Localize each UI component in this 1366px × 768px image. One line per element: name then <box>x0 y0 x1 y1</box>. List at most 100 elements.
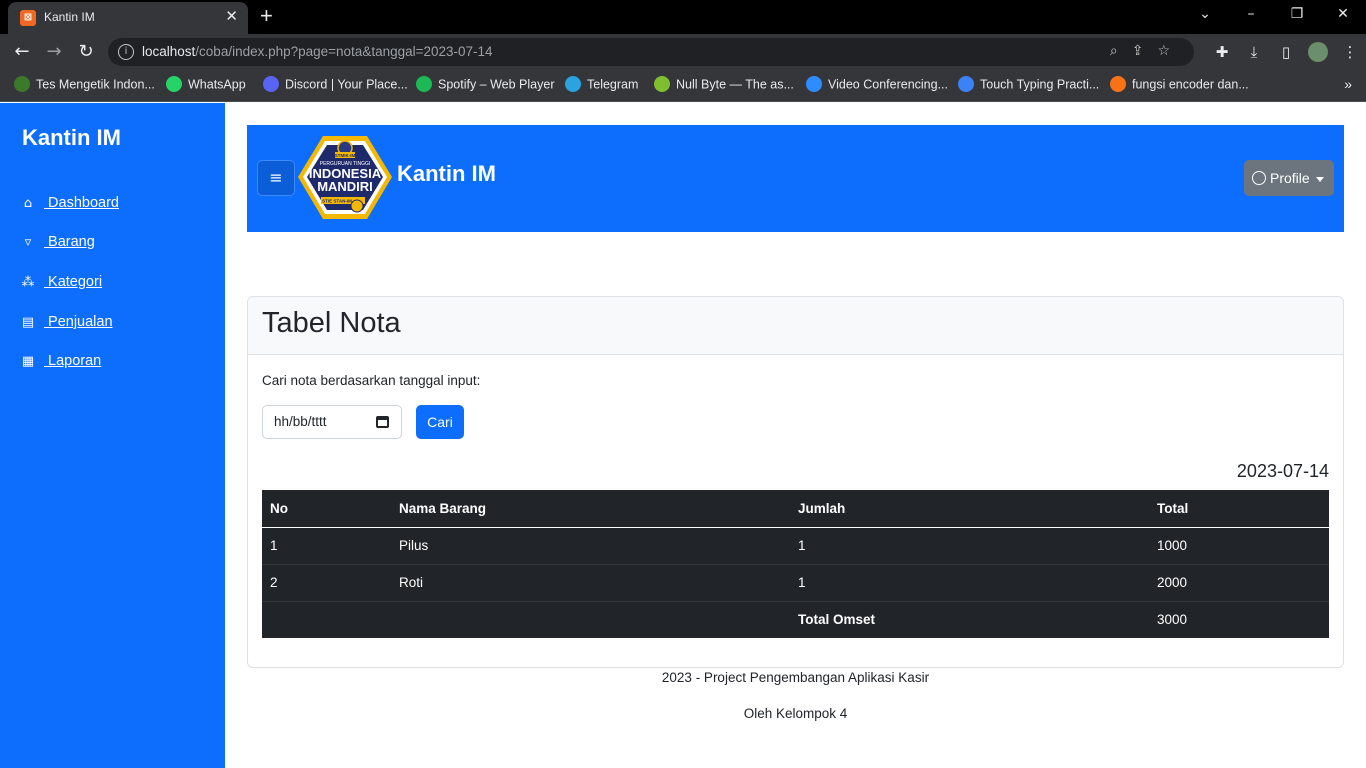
selected-date: 2023-07-14 <box>1236 461 1329 481</box>
bookmark-label: Telegram <box>587 77 639 92</box>
bookmark-item[interactable]: Discord | Your Place... <box>263 76 408 95</box>
card-title: Tabel Nota <box>262 307 401 339</box>
footer-line-1: 2023 - Project Pengembangan Aplikasi Kas… <box>661 670 930 685</box>
bookmark-favicon-icon <box>806 76 822 92</box>
browser-tab-strip: ⊠ Kantin IM ✕ + ⌄ – ❐ ✕ <box>0 0 1366 34</box>
bookmark-item[interactable]: Null Byte — The as... <box>654 76 794 95</box>
user-circle-icon <box>1252 171 1266 186</box>
bookmark-item[interactable]: Video Conferencing... <box>806 76 948 95</box>
bookmarks-overflow-icon[interactable]: » <box>1344 76 1352 92</box>
tab-search-chevron-icon[interactable]: ⌄ <box>1190 4 1220 24</box>
card-header: Tabel Nota <box>248 297 1343 355</box>
sidebar-brand[interactable]: Kantin IM <box>22 125 121 151</box>
nota-table: No Nama Barang Jumlah Total 1 Pilus 1 10… <box>262 490 1329 638</box>
column-header: Total <box>1149 490 1329 528</box>
sidebar: Kantin IM ⌂ Dashboard ▿ Barang ⁂ Kategor… <box>0 103 225 768</box>
close-window-icon[interactable]: ✕ <box>1328 4 1358 24</box>
table-cell: 1 <box>798 538 806 553</box>
sidebar-toggle-button[interactable]: ≡ <box>257 160 295 196</box>
page-viewport: Kantin IM ⌂ Dashboard ▿ Barang ⁂ Kategor… <box>0 103 1366 768</box>
bookmark-label: WhatsApp <box>188 77 246 92</box>
sidebar-item-dashboard[interactable]: ⌂ Dashboard <box>20 195 119 217</box>
bookmark-item[interactable]: Tes Mengetik Indon... <box>14 76 155 95</box>
svg-text:STMIK-IM: STMIK-IM <box>335 153 356 158</box>
tab-title: Kantin IM <box>44 10 95 24</box>
sidebar-item-penjualan[interactable]: ▤ Penjualan <box>20 314 113 336</box>
total-omset-label: Total Omset <box>790 600 1149 638</box>
new-tab-icon[interactable]: + <box>260 4 273 28</box>
browser-tab[interactable]: ⊠ Kantin IM ✕ <box>8 2 248 34</box>
search-button[interactable]: Cari <box>416 405 464 439</box>
svg-text:STIE STAN-IM: STIE STAN-IM <box>322 199 352 204</box>
table-row: 1 Pilus 1 1000 <box>262 527 1329 564</box>
url-text[interactable]: localhost/coba/index.php?page=nota&tangg… <box>142 44 493 59</box>
boxes-icon: ⁂ <box>21 275 35 290</box>
date-placeholder: hh/bb/tttt <box>274 414 327 429</box>
side-panel-icon[interactable]: ▯ <box>1270 43 1302 61</box>
table-cell <box>391 600 790 638</box>
bookmark-label: Spotify – Web Player <box>438 77 555 92</box>
sidebar-item-barang[interactable]: ▿ Barang <box>20 234 95 256</box>
profile-dropdown-button[interactable]: Profile <box>1244 160 1334 196</box>
sidebar-item-label: Dashboard <box>44 195 119 211</box>
table-row: 2 Roti 1 2000 <box>262 563 1329 601</box>
extension-area: ✚ ⤓ ▯ ⋮ <box>1206 42 1366 62</box>
zoom-icon[interactable]: ⌕ <box>1110 43 1132 59</box>
extensions-puzzle-icon[interactable]: ✚ <box>1206 43 1238 61</box>
site-info-icon[interactable]: i <box>118 44 134 60</box>
bookmark-favicon-icon <box>263 76 279 92</box>
bookmark-label: fungsi encoder dan... <box>1132 77 1249 92</box>
bookmark-label: Null Byte — The as... <box>676 77 794 92</box>
sidebar-item-label: Barang <box>44 234 95 250</box>
table-cell: 1 <box>790 563 1149 601</box>
bookmark-item[interactable]: WhatsApp <box>166 76 246 95</box>
chrome-profile-avatar[interactable] <box>1302 42 1334 62</box>
bookmark-favicon-icon <box>416 76 432 92</box>
bookmark-label: Discord | Your Place... <box>285 77 408 92</box>
bookmark-favicon-icon <box>1110 76 1126 92</box>
bookmark-item[interactable]: Spotify – Web Player <box>416 76 555 95</box>
home-icon: ⌂ <box>23 196 33 211</box>
table-cell: 2 <box>262 563 391 601</box>
table-cell: 1000 <box>1157 538 1188 553</box>
basket-icon: ▿ <box>24 235 32 250</box>
minimize-icon[interactable]: – <box>1236 4 1266 24</box>
menu-kebab-icon[interactable]: ⋮ <box>1334 43 1366 61</box>
total-omset-value: 3000 <box>1149 600 1329 638</box>
table-cell: 2000 <box>1149 563 1329 601</box>
profile-label: Profile <box>1270 170 1310 186</box>
bookmark-item[interactable]: fungsi encoder dan... <box>1110 76 1249 95</box>
bookmark-label: Video Conferencing... <box>828 77 948 92</box>
column-header: No <box>262 490 391 528</box>
bookmark-item[interactable]: Telegram <box>565 76 639 95</box>
shop-icon: ▤ <box>21 315 35 330</box>
share-icon[interactable]: ⇪ <box>1132 43 1158 59</box>
omnibox-actions: ⌕⇪☆ <box>1110 43 1184 59</box>
bookmark-favicon-icon <box>14 76 30 92</box>
table-cell: 1 <box>270 538 278 553</box>
bookmarks-bar: » Tes Mengetik Indon... WhatsApp Discord |… <box>0 70 1366 102</box>
bookmark-label: Touch Typing Practi... <box>980 77 1100 92</box>
bookmark-label: Tes Mengetik Indon... <box>36 77 155 92</box>
browser-toolbar: ← → ↻ i localhost/coba/index.php?page=no… <box>0 34 1366 70</box>
back-icon[interactable]: ← <box>10 40 34 64</box>
column-header: Nama Barang <box>391 490 790 528</box>
download-icon[interactable]: ⤓ <box>1238 43 1270 61</box>
bookmark-star-icon[interactable]: ☆ <box>1157 43 1184 59</box>
navbar-title[interactable]: Kantin IM <box>397 161 496 187</box>
bookmark-item[interactable]: Touch Typing Practi... <box>958 76 1100 95</box>
reload-icon[interactable]: ↻ <box>74 40 98 64</box>
svg-text:MANDIRI: MANDIRI <box>317 179 373 194</box>
bookmark-favicon-icon <box>565 76 581 92</box>
forward-icon[interactable]: → <box>42 40 66 64</box>
search-label: Cari nota berdasarkan tanggal input: <box>262 373 481 388</box>
calendar-icon[interactable] <box>376 416 389 428</box>
tab-close-icon[interactable]: ✕ <box>225 8 238 26</box>
sidebar-item-kategori[interactable]: ⁂ Kategori <box>20 274 103 296</box>
footer-line-2: Oleh Kelompok 4 <box>743 706 848 721</box>
restore-icon[interactable]: ❐ <box>1282 4 1312 24</box>
address-bar[interactable]: i localhost/coba/index.php?page=nota&tan… <box>108 38 1194 66</box>
sidebar-item-label: Penjualan <box>44 314 113 330</box>
sidebar-item-laporan[interactable]: ▦ Laporan <box>20 353 101 375</box>
date-input[interactable]: hh/bb/tttt <box>262 405 402 439</box>
